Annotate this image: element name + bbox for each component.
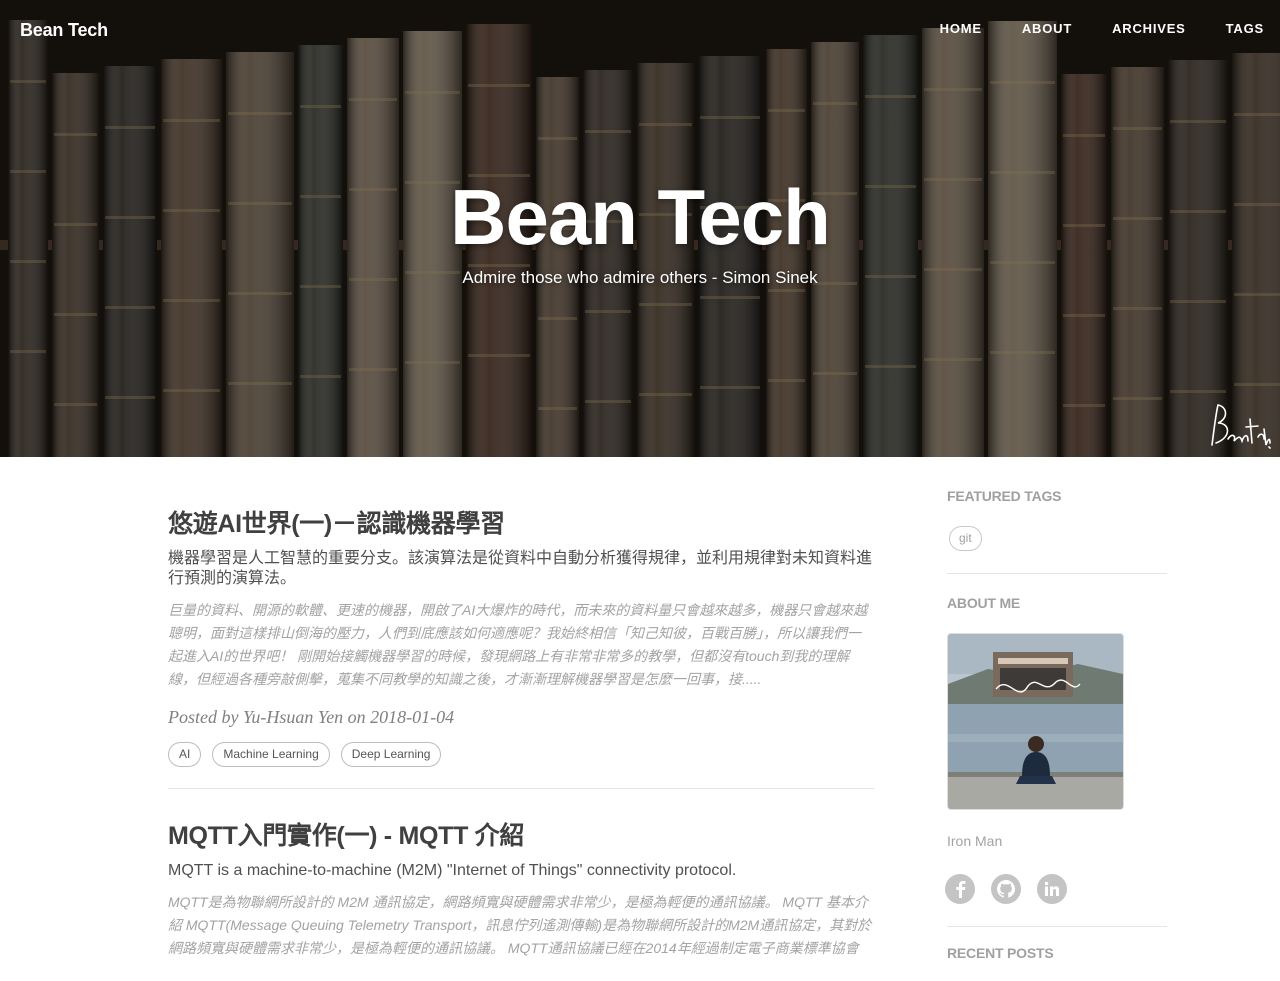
post-tags: AI Machine Learning Deep Learning bbox=[168, 742, 874, 767]
brand-link[interactable]: Bean Tech bbox=[20, 20, 108, 41]
post-excerpt[interactable]: 巨量的資料、開源的軟體、更速的機器，開啟了AI大爆炸的時代，而未來的資料量只會越… bbox=[168, 599, 874, 691]
github-icon[interactable] bbox=[991, 874, 1021, 904]
recent-posts-heading: RECENT POSTS bbox=[947, 945, 1054, 961]
site-heading: Bean Tech Admire those who admire others… bbox=[0, 172, 1280, 288]
post-excerpt[interactable]: MQTT是為物聯網所設計的 M2M 通訊協定，網路頻寬與硬體需求非常少，是極為輕… bbox=[168, 891, 874, 960]
post-subtitle[interactable]: MQTT is a machine-to-machine (M2M) "Inte… bbox=[168, 861, 874, 881]
site-title: Bean Tech bbox=[450, 173, 831, 261]
site-subtitle: Admire those who admire others - Simon S… bbox=[462, 268, 818, 287]
avatar bbox=[947, 633, 1124, 810]
featured-tag[interactable]: git bbox=[949, 526, 982, 551]
post-tag[interactable]: Machine Learning bbox=[212, 742, 330, 767]
nav-archives[interactable]: ARCHIVES bbox=[1112, 21, 1186, 36]
post-title-link[interactable]: 悠遊AI世界(一)－認識機器學習 bbox=[168, 508, 874, 540]
post-tag[interactable]: AI bbox=[168, 742, 202, 767]
nav-about[interactable]: ABOUT bbox=[1022, 21, 1072, 36]
post-list: 悠遊AI世界(一)－認識機器學習 機器學習是人工智慧的重要分支。該演算法是從資料… bbox=[168, 457, 874, 981]
post-subtitle[interactable]: 機器學習是人工智慧的重要分支。該演算法是從資料中自動分析獲得規律，並利用規律對未… bbox=[168, 549, 874, 589]
post-preview: 悠遊AI世界(一)－認識機器學習 機器學習是人工智慧的重要分支。該演算法是從資料… bbox=[168, 508, 874, 789]
about-name: Iron Man bbox=[947, 833, 1003, 849]
nav-links: HOME ABOUT ARCHIVES TAGS bbox=[920, 21, 1280, 36]
social-links bbox=[945, 874, 1167, 926]
linkedin-icon[interactable] bbox=[1037, 874, 1067, 904]
about-me-section: ABOUT ME Iron Man bbox=[945, 574, 1167, 927]
post-meta: Posted by Yu-Hsuan Yen on 2018-01-04 bbox=[168, 707, 455, 727]
featured-tags-list: git bbox=[947, 504, 1167, 573]
post-tag[interactable]: Deep Learning bbox=[340, 742, 442, 767]
recent-posts-section: RECENT POSTS bbox=[947, 927, 1167, 961]
facebook-icon[interactable] bbox=[945, 874, 975, 904]
avatar-photo bbox=[948, 634, 1123, 809]
featured-tags-section: FEATURED TAGS git bbox=[947, 457, 1167, 574]
about-me-heading: ABOUT ME bbox=[947, 595, 1021, 611]
nav-home[interactable]: HOME bbox=[940, 21, 982, 36]
post-title-link[interactable]: MQTT入門實作(一) - MQTT 介紹 bbox=[168, 820, 874, 852]
sidebar: FEATURED TAGS git ABOUT ME Iron Man RECE… bbox=[945, 457, 1167, 961]
featured-tags-heading: FEATURED TAGS bbox=[947, 488, 1062, 504]
post-preview: MQTT入門實作(一) - MQTT 介紹 MQTT is a machine-… bbox=[168, 820, 874, 981]
hero-banner: Bean Tech HOME ABOUT ARCHIVES TAGS Bean … bbox=[0, 0, 1280, 457]
nav-tags[interactable]: TAGS bbox=[1226, 21, 1264, 36]
signature-logo bbox=[1211, 404, 1271, 449]
top-navbar: Bean Tech HOME ABOUT ARCHIVES TAGS bbox=[0, 0, 1280, 60]
